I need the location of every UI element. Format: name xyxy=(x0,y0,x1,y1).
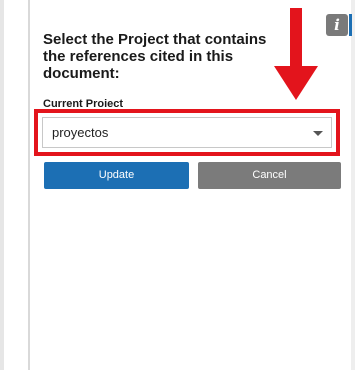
chevron-down-icon xyxy=(313,131,323,136)
right-accent-bar xyxy=(349,14,352,36)
panel-divider-right xyxy=(351,0,355,370)
project-select-value: proyectos xyxy=(52,125,109,140)
info-icon[interactable]: i xyxy=(326,14,348,36)
panel-divider-left xyxy=(28,0,30,370)
current-project-label: Current Project xyxy=(43,98,124,107)
red-arrow-down-icon xyxy=(274,8,318,100)
left-edge xyxy=(0,0,4,370)
project-selection-panel: i Select the Project that contains the r… xyxy=(0,0,355,370)
project-select[interactable]: proyectos xyxy=(42,117,332,148)
cancel-button[interactable]: Cancel xyxy=(198,162,341,189)
update-button[interactable]: Update xyxy=(44,162,189,189)
dialog-prompt: Select the Project that contains the ref… xyxy=(43,31,267,82)
